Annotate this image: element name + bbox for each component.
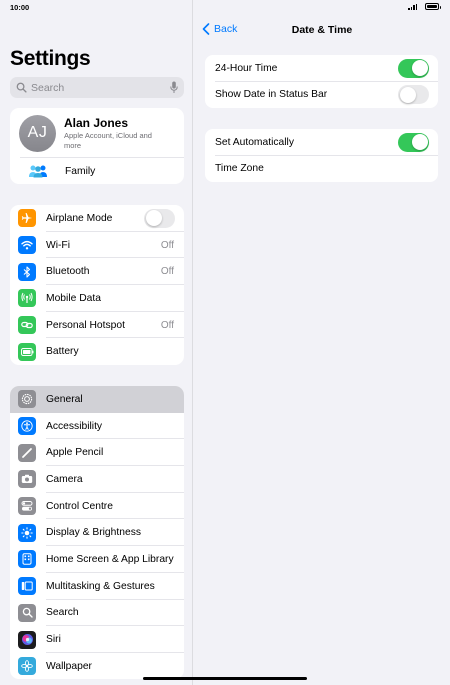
sidebar-item-mobile-data[interactable]: Mobile Data: [10, 285, 184, 312]
show-date-status-bar-toggle[interactable]: [398, 85, 429, 105]
sidebar-item-siri[interactable]: Siri: [10, 626, 184, 653]
24-hour-time-toggle[interactable]: [398, 58, 429, 78]
wifi-icon: [18, 236, 36, 255]
sidebar-item-label: Control Centre: [46, 500, 113, 512]
set-automatically-row: Set Automatically: [205, 129, 438, 156]
home-screen-icon: [18, 550, 36, 569]
hotspot-status: Off: [160, 319, 174, 331]
sidebar-item-label: Siri: [46, 634, 61, 646]
sidebar-item-search[interactable]: Search: [10, 600, 184, 627]
sidebar-item-label: Display & Brightness: [46, 527, 141, 539]
search-icon: [16, 82, 27, 93]
page-title: Settings: [10, 47, 91, 70]
family-label: Family: [65, 165, 96, 177]
sidebar-item-label: Wi-Fi: [46, 239, 71, 251]
pencil-icon: [18, 443, 36, 462]
sidebar-item-label: Search: [46, 607, 79, 619]
family-icon: [29, 165, 47, 178]
airplane-icon: [18, 209, 36, 228]
detail-pane: Back Date & Time 24-Hour Time Show Date …: [194, 0, 450, 685]
sidebar-item-label: Personal Hotspot: [46, 319, 125, 331]
airplane-mode-toggle[interactable]: [144, 208, 175, 228]
sidebar-item-general[interactable]: General: [10, 386, 184, 413]
sidebar-item-camera[interactable]: Camera: [10, 466, 184, 493]
home-indicator[interactable]: [143, 677, 307, 680]
bluetooth-icon: [18, 262, 36, 281]
sidebar-item-label: Wallpaper: [46, 660, 92, 672]
sidebar-item-label: Home Screen & App Library: [46, 553, 174, 565]
sidebar-item-label: Apple Pencil: [46, 447, 104, 459]
time-zone-row[interactable]: Time Zone: [205, 156, 438, 183]
time-setting-group: Set Automatically Time Zone: [205, 129, 438, 182]
microphone-icon[interactable]: [170, 81, 178, 94]
show-date-status-bar-row: Show Date in Status Bar: [205, 82, 438, 109]
search-icon: [18, 603, 36, 622]
bluetooth-status: Off: [160, 266, 174, 278]
link-icon: [18, 316, 36, 335]
sidebar-item-battery[interactable]: Battery: [10, 338, 184, 365]
wifi-status: Off: [160, 239, 174, 251]
row-label: Set Automatically: [215, 136, 294, 148]
sidebar-item-label: Accessibility: [46, 420, 103, 432]
battery-icon: [18, 342, 36, 361]
sidebar-item-airplane-mode[interactable]: Airplane Mode: [10, 205, 184, 232]
gear-icon: [18, 390, 36, 409]
settings-sidebar: Settings Search AJ Alan Jones Apple Acco…: [0, 0, 193, 685]
flower-icon: [18, 657, 36, 676]
accessibility-icon: [18, 417, 36, 436]
sidebar-item-wifi[interactable]: Wi-Fi Off: [10, 232, 184, 259]
time-format-group: 24-Hour Time Show Date in Status Bar: [205, 55, 438, 108]
sidebar-item-label: General: [46, 393, 83, 405]
sidebar-item-label: Airplane Mode: [46, 212, 113, 224]
account-name: Alan Jones: [64, 115, 129, 130]
row-label: 24-Hour Time: [215, 62, 278, 74]
avatar: AJ: [19, 114, 56, 152]
sun-icon: [18, 523, 36, 542]
sidebar-item-bluetooth[interactable]: Bluetooth Off: [10, 258, 184, 286]
account-row[interactable]: AJ Alan Jones Apple Account, iCloud and …: [10, 108, 184, 158]
sidebar-item-label: Bluetooth: [46, 266, 90, 278]
sidebar-item-label: Mobile Data: [46, 292, 101, 304]
sidebar-item-home-screen[interactable]: Home Screen & App Library: [10, 546, 184, 573]
account-subtitle: Apple Account, iCloud and more: [64, 130, 152, 150]
row-label: Show Date in Status Bar: [215, 89, 328, 101]
system-group: General Accessibility Apple Pencil Camer…: [10, 386, 184, 679]
camera-icon: [18, 470, 36, 489]
search-input[interactable]: Search: [10, 77, 184, 98]
sidebar-item-wallpaper[interactable]: Wallpaper: [10, 653, 184, 679]
row-label: Time Zone: [215, 163, 264, 175]
24-hour-time-row: 24-Hour Time: [205, 55, 438, 82]
sidebar-item-display-brightness[interactable]: Display & Brightness: [10, 519, 184, 547]
sidebar-item-label: Multitasking & Gestures: [46, 580, 155, 592]
sidebar-item-accessibility[interactable]: Accessibility: [10, 413, 184, 440]
antenna-icon: [18, 289, 36, 308]
sidebar-item-apple-pencil[interactable]: Apple Pencil: [10, 439, 184, 467]
switches-icon: [18, 497, 36, 516]
page-title: Date & Time: [291, 24, 353, 36]
search-placeholder: Search: [31, 81, 65, 94]
siri-icon: [18, 630, 36, 649]
sidebar-item-control-centre[interactable]: Control Centre: [10, 493, 184, 520]
set-automatically-toggle[interactable]: [398, 132, 429, 152]
multitasking-icon: [18, 577, 36, 596]
account-group: AJ Alan Jones Apple Account, iCloud and …: [10, 108, 184, 184]
connectivity-group: Airplane Mode Wi-Fi Off Bluetooth Off Mo…: [10, 205, 184, 366]
sidebar-item-label: Battery: [46, 346, 79, 358]
sidebar-item-personal-hotspot[interactable]: Personal Hotspot Off: [10, 312, 184, 339]
family-row[interactable]: Family: [10, 158, 184, 184]
sidebar-item-label: Camera: [46, 473, 83, 485]
sidebar-item-multitasking[interactable]: Multitasking & Gestures: [10, 573, 184, 600]
